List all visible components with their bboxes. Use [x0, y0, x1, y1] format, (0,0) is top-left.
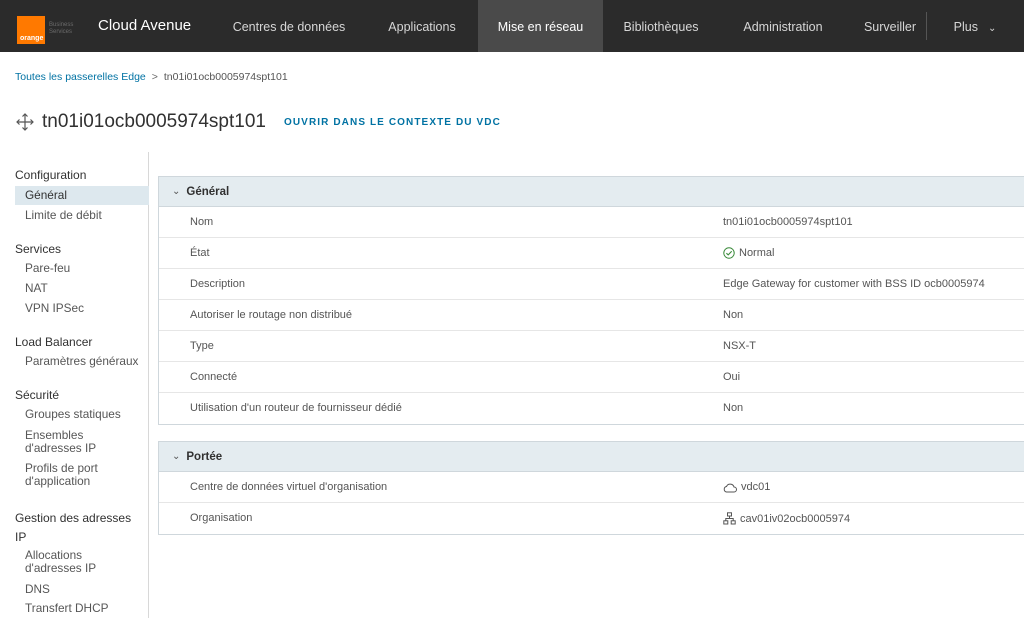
row-key: Nom — [190, 216, 214, 228]
nav-networking[interactable]: Mise en réseau — [478, 0, 603, 52]
open-in-vdc-context-link[interactable]: OUVRIR DANS LE CONTEXTE DU VDC — [284, 117, 501, 128]
general-section: ⌄ Général Nom tn01i01ocb0005974spt101 Ét… — [158, 176, 1024, 425]
scope-row-organization: Organisation cav01iv02ocb0005974 — [159, 503, 1024, 534]
logo-subtitle-line-2: Services — [49, 29, 73, 35]
row-value-link[interactable]: vdc01 — [741, 481, 770, 493]
row-value: Edge Gateway for customer with BSS ID oc… — [723, 278, 985, 290]
breadcrumb-current: tn01i01ocb0005974spt101 — [163, 71, 288, 83]
row-value: Non — [723, 309, 743, 321]
row-key: Autoriser le routage non distribué — [190, 309, 353, 321]
org-tree-icon — [723, 512, 736, 525]
section-title: Portée — [186, 450, 223, 463]
row-value-text: Edge Gateway for customer with BSS ID oc… — [723, 278, 985, 290]
section-title: Général — [186, 185, 230, 198]
general-row-status: État Normal — [159, 238, 1024, 269]
row-key: Type — [190, 340, 214, 352]
nav-more[interactable]: Plus ⌄ — [940, 0, 1010, 52]
row-value: cav01iv02ocb0005974 — [723, 512, 850, 525]
row-key: Centre de données virtuel d'organisation — [190, 481, 388, 493]
sidebar-group-services: Services — [15, 242, 62, 256]
chevron-down-icon: ⌄ — [172, 186, 181, 197]
breadcrumb-separator: > — [151, 71, 158, 83]
nav-applications[interactable]: Applications — [372, 0, 472, 52]
nav-monitor[interactable]: Surveiller — [850, 0, 930, 52]
sidebar-navigation: Configuration Général Limite de débit Se… — [0, 152, 149, 618]
sidebar-group-ip-management: Gestion des adresses IP — [15, 511, 132, 544]
sidebar-item-general[interactable]: Général — [15, 186, 149, 205]
logo-subtitle: Business Services — [49, 22, 73, 36]
row-value: vdc01 — [723, 481, 770, 493]
row-key: Utilisation d'un routeur de fournisseur … — [190, 402, 402, 414]
row-value-text: Oui — [723, 371, 741, 383]
nav-label: Applications — [388, 20, 456, 34]
row-value-text: Normal — [739, 247, 775, 259]
sidebar-group-configuration: Configuration — [15, 168, 87, 182]
sidebar-item-general-settings[interactable]: Paramètres généraux — [15, 355, 149, 368]
logo-subtitle-line-1: Business — [49, 22, 74, 28]
cloud-icon — [723, 483, 737, 492]
nav-divider — [926, 12, 927, 40]
general-row-description: Description Edge Gateway for customer wi… — [159, 269, 1024, 300]
general-row-non-distributed-routing: Autoriser le routage non distribué Non — [159, 300, 1024, 331]
row-value: NSX-T — [723, 340, 756, 352]
sidebar-item-dhcp-forwarding[interactable]: Transfert DHCP — [15, 602, 149, 615]
row-value: Normal — [723, 247, 774, 259]
sidebar-item-firewall[interactable]: Pare-feu — [15, 262, 149, 275]
orange-logo[interactable]: orange Business Services — [17, 16, 91, 44]
check-circle-icon — [723, 247, 735, 259]
sidebar-group-load-balancer: Load Balancer — [15, 335, 93, 349]
general-row-dedicated-provider-router: Utilisation d'un routeur de fournisseur … — [159, 393, 1024, 424]
sidebar-item-ip-sets[interactable]: Ensembles d'adresses IP — [15, 429, 135, 455]
nav-label: Centres de données — [232, 20, 346, 34]
nav-label: Surveiller — [863, 20, 917, 34]
page-title: tn01i01ocb0005974spt101 — [42, 111, 266, 132]
row-value: Non — [723, 402, 743, 414]
orange-logo-square: orange — [17, 16, 45, 44]
nav-libraries[interactable]: Bibliothèques — [610, 0, 712, 52]
scope-section: ⌄ Portée Centre de données virtuel d'org… — [158, 441, 1024, 535]
row-value-link[interactable]: cav01iv02ocb0005974 — [740, 513, 850, 525]
edge-gateway-icon — [16, 113, 34, 131]
sidebar-item-nat[interactable]: NAT — [15, 282, 149, 295]
page-header: tn01i01ocb0005974spt101 OUVRIR DANS LE C… — [16, 110, 501, 134]
nav-label: Administration — [743, 20, 823, 34]
general-row-type: Type NSX-T — [159, 331, 1024, 362]
row-value-text: Non — [723, 402, 744, 414]
nav-label: Plus — [953, 20, 978, 34]
sidebar-item-rate-limit[interactable]: Limite de débit — [15, 209, 149, 222]
chevron-down-icon: ⌄ — [172, 451, 181, 462]
row-key: Description — [190, 278, 246, 290]
top-navigation-bar: orange Business Services Cloud Avenue Ce… — [0, 0, 1024, 52]
logo-word: orange — [20, 35, 44, 42]
sidebar-item-app-port-profiles[interactable]: Profils de port d'application — [15, 462, 125, 488]
nav-label: Mise en réseau — [497, 20, 584, 34]
row-key: État — [190, 247, 210, 259]
app-brand-title[interactable]: Cloud Avenue — [98, 17, 191, 34]
sidebar-item-ip-allocations[interactable]: Allocations d'adresses IP — [15, 549, 125, 575]
row-key: Connecté — [190, 371, 238, 383]
row-value-text: tn01i01ocb0005974spt101 — [723, 216, 853, 228]
row-key: Organisation — [190, 512, 253, 524]
breadcrumb: Toutes les passerelles Edge > tn01i01ocb00… — [15, 71, 288, 83]
nav-administration[interactable]: Administration — [728, 0, 838, 52]
row-value: tn01i01ocb0005974spt101 — [723, 216, 853, 228]
scope-row-vdc: Centre de données virtuel d'organisation… — [159, 472, 1024, 503]
chevron-down-icon: ⌄ — [987, 23, 997, 34]
row-value-text: Non — [723, 309, 744, 321]
nav-datacenters[interactable]: Centres de données — [216, 0, 362, 52]
row-value: Oui — [723, 371, 740, 383]
sidebar-item-dns[interactable]: DNS — [15, 583, 149, 596]
general-section-header[interactable]: ⌄ Général — [159, 177, 1024, 207]
general-row-name: Nom tn01i01ocb0005974spt101 — [159, 207, 1024, 238]
sidebar-item-static-groups[interactable]: Groupes statiques — [15, 408, 149, 421]
general-row-connected: Connecté Oui — [159, 362, 1024, 393]
sidebar-item-ipsec-vpn[interactable]: VPN IPSec — [15, 302, 149, 315]
sidebar-group-security: Sécurité — [15, 388, 60, 402]
row-value-text: NSX-T — [723, 340, 756, 352]
nav-label: Bibliothèques — [623, 20, 699, 34]
scope-section-header[interactable]: ⌄ Portée — [159, 442, 1024, 472]
breadcrumb-edge-gateways-link[interactable]: Toutes les passerelles Edge — [15, 71, 146, 83]
